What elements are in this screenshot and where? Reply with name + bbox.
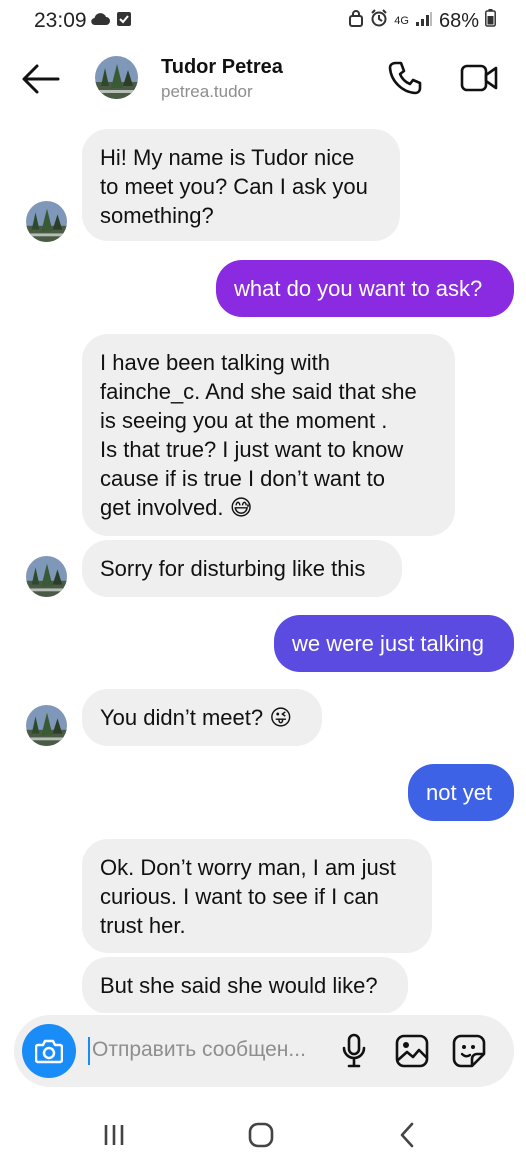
signal-icon <box>415 10 433 33</box>
contact-name[interactable]: Tudor Petrea <box>161 56 283 79</box>
lock-icon <box>348 9 364 33</box>
camera-icon[interactable] <box>22 1024 76 1078</box>
message-input[interactable]: Отправить сообщен... <box>92 1038 338 1062</box>
arrow-left-icon[interactable] <box>20 62 62 96</box>
image-icon[interactable] <box>395 1034 429 1073</box>
message-bubble-outgoing[interactable]: not yet <box>408 764 514 821</box>
cloud-icon <box>90 12 110 31</box>
status-bar: 23:09 4G 68% <box>0 0 526 44</box>
video-camera-icon[interactable] <box>460 62 498 94</box>
status-time: 23:09 <box>34 9 87 32</box>
text-caret <box>88 1037 90 1065</box>
microphone-icon[interactable] <box>341 1033 367 1074</box>
chat-header: Tudor Petrea petrea.tudor <box>0 44 526 118</box>
message-bubble-outgoing[interactable]: we were just talking <box>274 615 514 672</box>
back-chevron-icon[interactable] <box>398 1122 416 1153</box>
checkbox-notification-icon <box>116 11 132 32</box>
avatar[interactable] <box>26 705 67 746</box>
message-bubble-incoming[interactable]: Hi! My name is Tudor nice to meet you? C… <box>82 129 400 241</box>
message-bubble-incoming[interactable]: Ok. Don’t worry man, I am just curious. … <box>82 839 432 953</box>
message-bubble-outgoing[interactable]: what do you want to ask? <box>216 260 514 317</box>
contact-username[interactable]: petrea.tudor <box>161 82 253 102</box>
avatar[interactable] <box>95 56 138 99</box>
network-type-label: 4G <box>394 14 409 27</box>
recent-apps-icon[interactable] <box>103 1124 125 1151</box>
message-bubble-incoming[interactable]: I have been talking with fainche_c. And … <box>82 334 455 536</box>
battery-icon <box>485 9 496 33</box>
avatar[interactable] <box>26 556 67 597</box>
message-composer: Отправить сообщен... <box>14 1015 514 1087</box>
phone-icon[interactable] <box>387 60 423 96</box>
message-bubble-incoming[interactable]: Sorry for disturbing like this <box>82 540 402 597</box>
battery-level: 68% <box>438 9 479 32</box>
alarm-icon <box>370 9 388 33</box>
avatar[interactable] <box>26 201 67 242</box>
system-navigation-bar <box>0 1100 526 1169</box>
sticker-icon[interactable] <box>452 1034 486 1073</box>
message-bubble-incoming[interactable]: You didn’t meet? 😜 <box>82 689 322 746</box>
home-icon[interactable] <box>248 1122 274 1153</box>
message-list[interactable]: Hi! My name is Tudor nice to meet you? C… <box>0 118 526 1013</box>
message-bubble-incoming[interactable]: But she said she would like? <box>82 957 408 1013</box>
